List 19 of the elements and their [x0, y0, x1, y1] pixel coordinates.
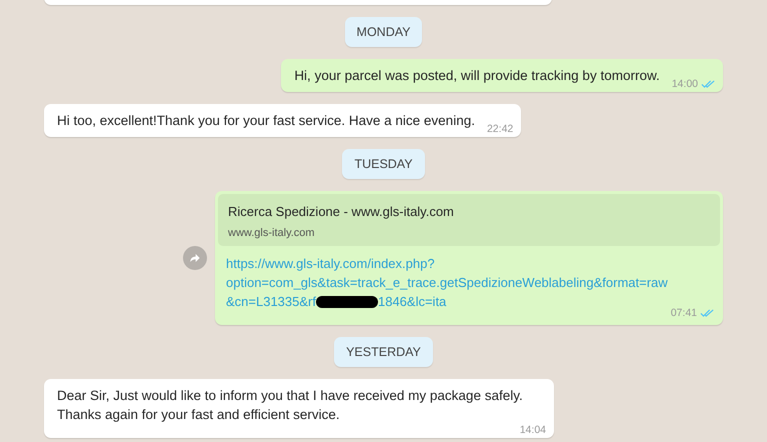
link-preview[interactable]: Ricerca Spedizione - www.gls-italy.com www.gls-italy.com	[218, 194, 720, 246]
message-time: 14:00	[672, 78, 698, 90]
date-label: YESTERDAY	[334, 337, 433, 367]
preview-title: Ricerca Spedizione - www.gls-italy.com	[228, 203, 455, 221]
link-text[interactable]: option=com_gls&task=track_e_trace.getSpedizioneWeblabeling&format=raw	[226, 273, 668, 292]
message-text: Hi too, excellent!Thank you for your fast service. Have a nice evening.	[57, 112, 475, 130]
message-text: Hi, your parcel was posted, will provide tracking by tomorrow.	[294, 67, 660, 85]
forward-icon[interactable]	[183, 246, 207, 270]
date-label: TUESDAY	[342, 149, 425, 179]
preview-site: www.gls-italy.com	[228, 227, 316, 239]
message-time: 14:04	[520, 424, 546, 436]
message-time: 07:41	[670, 307, 697, 319]
message-time: 22:42	[486, 123, 514, 135]
link-text[interactable]: https://www.gls-italy.com/index.php?	[226, 254, 435, 273]
date-label: MONDAY	[344, 17, 422, 47]
message-text: Dear Sir, Just would like to inform you that I have received my package safely. Thanks again for your fast and efficient service.	[57, 387, 524, 424]
link-text[interactable]: 1846&lc=ita	[378, 292, 446, 311]
redaction-bar	[316, 296, 378, 308]
link-text[interactable]: &cn=L31335&rf	[226, 292, 316, 311]
